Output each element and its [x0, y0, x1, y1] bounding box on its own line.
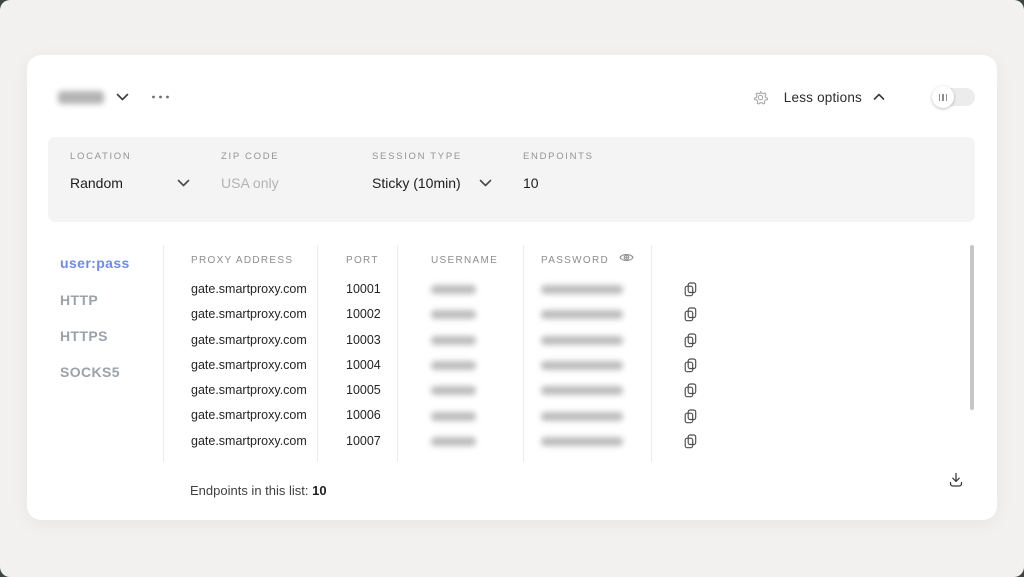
view-toggle-switch[interactable]	[933, 88, 975, 106]
chevron-down-icon	[479, 179, 492, 187]
endpoints-count-value: 10	[312, 483, 326, 498]
tab-https[interactable]: HTTPS	[60, 318, 160, 354]
app-screen: Less options LOCATION Random ZIP CODE US…	[0, 0, 1024, 577]
username-header: USERNAME	[431, 245, 523, 277]
top-bar: Less options	[58, 81, 975, 113]
session-type-value: Sticky (10min)	[372, 175, 461, 191]
username-redacted	[431, 437, 476, 446]
username-redacted	[431, 285, 476, 294]
table-scrollbar[interactable]	[970, 245, 974, 410]
password-header-label: PASSWORD	[541, 255, 609, 266]
password-redacted	[541, 285, 623, 294]
username-redacted	[431, 412, 476, 421]
proxy-address-cell: gate.smartproxy.com	[191, 403, 317, 428]
endpoints-table: PROXY ADDRESS gate.smartproxy.com gate.s…	[163, 245, 728, 462]
tab-socks5[interactable]: SOCKS5	[60, 354, 160, 390]
copy-icon[interactable]	[684, 409, 697, 424]
column-password: PASSWORD	[524, 245, 652, 462]
filter-bar: LOCATION Random ZIP CODE USA only SESSIO…	[48, 137, 975, 222]
proxy-address-cell: gate.smartproxy.com	[191, 378, 317, 403]
proxy-list-card: Less options LOCATION Random ZIP CODE US…	[27, 55, 997, 520]
location-select[interactable]: Random	[70, 175, 190, 191]
filter-location: LOCATION Random	[70, 151, 221, 222]
proxy-address-cell: gate.smartproxy.com	[191, 277, 317, 302]
column-copy	[652, 245, 728, 462]
port-cell: 10007	[346, 429, 397, 454]
username-redacted	[431, 361, 476, 370]
chevron-up-icon	[873, 93, 885, 101]
proxy-address-cell: gate.smartproxy.com	[191, 429, 317, 454]
zip-code-input[interactable]: USA only	[221, 175, 341, 191]
less-options-label: Less options	[784, 90, 862, 105]
port-cell: 10004	[346, 353, 397, 378]
username-redacted	[431, 310, 476, 319]
column-port: PORT 10001 10002 10003 10004 10005 10006…	[318, 245, 398, 462]
endpoints-count-text: Endpoints in this list: 10	[190, 483, 327, 498]
download-icon[interactable]	[945, 469, 967, 491]
password-redacted	[541, 336, 623, 345]
port-cell: 10002	[346, 302, 397, 327]
filter-endpoints: ENDPOINTS 10	[523, 151, 643, 222]
list-name-redacted	[58, 91, 104, 104]
filter-location-label: LOCATION	[70, 151, 221, 162]
chevron-down-icon	[177, 179, 190, 187]
session-type-select[interactable]: Sticky (10min)	[372, 175, 492, 191]
username-redacted	[431, 336, 476, 345]
port-header: PORT	[346, 245, 397, 277]
copy-icon[interactable]	[684, 333, 697, 348]
port-cell: 10006	[346, 403, 397, 428]
filter-zip-code: ZIP CODE USA only	[221, 151, 372, 222]
tab-user-pass[interactable]: user:pass	[60, 245, 160, 281]
username-redacted	[431, 386, 476, 395]
password-redacted	[541, 361, 623, 370]
port-cell: 10005	[346, 378, 397, 403]
show-password-eye-icon[interactable]	[619, 252, 634, 266]
endpoints-count-label: Endpoints in this list:	[190, 483, 309, 498]
copy-icon[interactable]	[684, 307, 697, 322]
gear-icon[interactable]	[753, 90, 768, 105]
toggle-knob	[932, 86, 954, 108]
password-redacted	[541, 310, 623, 319]
copy-icon[interactable]	[684, 434, 697, 449]
filter-session-label: SESSION TYPE	[372, 151, 523, 162]
proxy-address-cell: gate.smartproxy.com	[191, 328, 317, 353]
location-value: Random	[70, 175, 123, 191]
port-cell: 10001	[346, 277, 397, 302]
password-redacted	[541, 437, 623, 446]
proxy-address-cell: gate.smartproxy.com	[191, 353, 317, 378]
proxy-address-cell: gate.smartproxy.com	[191, 302, 317, 327]
password-redacted	[541, 386, 623, 395]
protocol-tabs: user:pass HTTP HTTPS SOCKS5	[60, 245, 160, 391]
proxy-address-header: PROXY ADDRESS	[191, 245, 317, 277]
copy-icon[interactable]	[684, 358, 697, 373]
zip-code-placeholder: USA only	[221, 175, 279, 191]
password-redacted	[541, 412, 623, 421]
password-header: PASSWORD	[541, 245, 651, 277]
port-cell: 10003	[346, 328, 397, 353]
filter-session-type: SESSION TYPE Sticky (10min)	[372, 151, 523, 222]
filter-endpoints-label: ENDPOINTS	[523, 151, 643, 162]
endpoints-value: 10	[523, 175, 539, 191]
list-select-chevron-down-icon[interactable]	[116, 93, 129, 101]
column-proxy-address: PROXY ADDRESS gate.smartproxy.com gate.s…	[164, 245, 318, 462]
endpoints-input[interactable]: 10	[523, 175, 643, 191]
tab-http[interactable]: HTTP	[60, 281, 160, 317]
column-username: USERNAME	[398, 245, 524, 462]
less-options-button[interactable]: Less options	[784, 90, 885, 105]
copy-icon[interactable]	[684, 383, 697, 398]
filter-zip-label: ZIP CODE	[221, 151, 372, 162]
copy-icon[interactable]	[684, 282, 697, 297]
more-menu-icon[interactable]	[151, 95, 171, 99]
